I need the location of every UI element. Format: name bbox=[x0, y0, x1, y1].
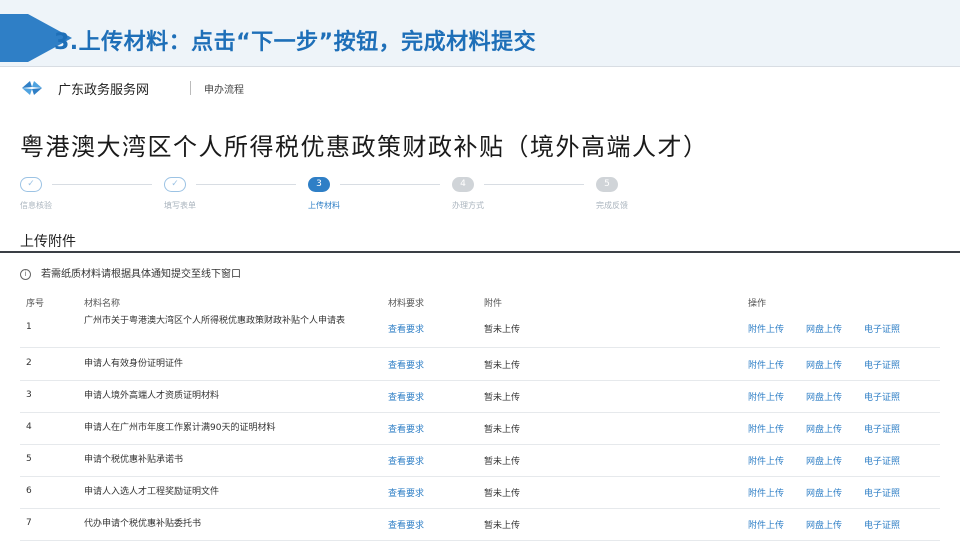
attachment-status: 暂未上传 bbox=[484, 361, 521, 371]
row-material-name: 申请个税优惠补贴承诺书 bbox=[84, 455, 184, 465]
step-connector bbox=[340, 184, 440, 185]
view-requirement-link[interactable]: 查看要求 bbox=[388, 454, 424, 467]
step-4-label: 办理方式 bbox=[452, 201, 484, 210]
step-3-label: 上传材料 bbox=[308, 201, 340, 210]
header-index: 序号 bbox=[26, 299, 45, 309]
row-index: 3 bbox=[26, 390, 32, 400]
section-title: 上传附件 bbox=[20, 234, 76, 250]
site-header: 广东政务服务网 申办流程 bbox=[0, 67, 960, 107]
table-row: 7 代办申请个税优惠补贴委托书 查看要求 暂未上传 附件上传 网盘上传 电子证照 bbox=[20, 508, 940, 541]
attachment-upload-link[interactable]: 附件上传 bbox=[748, 390, 784, 403]
attachment-status: 暂未上传 bbox=[484, 521, 521, 531]
attachment-status: 暂未上传 bbox=[484, 325, 521, 335]
view-requirement-link[interactable]: 查看要求 bbox=[388, 390, 424, 403]
e-license-link[interactable]: 电子证照 bbox=[864, 390, 900, 403]
step-1-check-icon: ✓ bbox=[20, 177, 42, 192]
attachment-status: 暂未上传 bbox=[484, 393, 521, 403]
step-3-number: 3 bbox=[308, 177, 330, 192]
header-material-name: 材料名称 bbox=[84, 299, 121, 309]
attachment-status: 暂未上传 bbox=[484, 425, 521, 435]
site-name[interactable]: 广东政务服务网 bbox=[58, 79, 149, 98]
banner-accent-bar bbox=[0, 14, 28, 62]
row-material-name: 申请人入选人才工程奖励证明文件 bbox=[84, 487, 220, 497]
attachment-upload-link[interactable]: 附件上传 bbox=[748, 518, 784, 531]
row-material-name: 申请人在广州市年度工作累计满90天的证明材料 bbox=[84, 423, 276, 433]
header-operations: 操作 bbox=[748, 299, 767, 309]
attachment-upload-link[interactable]: 附件上传 bbox=[748, 322, 784, 335]
attachment-upload-link[interactable]: 附件上传 bbox=[748, 422, 784, 435]
step-2-check-icon: ✓ bbox=[164, 177, 186, 192]
header-attachment: 附件 bbox=[484, 299, 503, 309]
row-index: 4 bbox=[26, 422, 32, 432]
e-license-link[interactable]: 电子证照 bbox=[864, 322, 900, 335]
row-index: 5 bbox=[26, 454, 32, 464]
view-requirement-link[interactable]: 查看要求 bbox=[388, 322, 424, 335]
table-row: 1 广州市关于粤港澳大湾区个人所得税优惠政策财政补贴个人申请表查看要求 暂未上传 附件… bbox=[20, 313, 940, 348]
row-material-name: 申请人有效身份证明证件 bbox=[84, 359, 184, 369]
step-connector bbox=[52, 184, 152, 185]
netdisk-upload-link[interactable]: 网盘上传 bbox=[806, 322, 842, 335]
header-requirement: 材料要求 bbox=[388, 299, 425, 309]
e-license-link[interactable]: 电子证照 bbox=[864, 486, 900, 499]
e-license-link[interactable]: 电子证照 bbox=[864, 518, 900, 531]
step-4-number: 4 bbox=[452, 177, 474, 192]
e-license-link[interactable]: 电子证照 bbox=[864, 454, 900, 467]
notice-text: 若需纸质材料请根据具体通知提交至线下窗口 bbox=[41, 269, 241, 280]
row-index: 6 bbox=[26, 486, 32, 496]
attachment-upload-link[interactable]: 附件上传 bbox=[748, 486, 784, 499]
row-material-name: 代办申请个税优惠补贴委托书 bbox=[84, 519, 202, 529]
view-requirement-link[interactable]: 查看要求 bbox=[388, 358, 424, 371]
header-divider bbox=[190, 81, 191, 95]
step-connector bbox=[484, 184, 584, 185]
attachment-status: 暂未上传 bbox=[484, 489, 521, 499]
step-5-number: 5 bbox=[596, 177, 618, 192]
table-row: 6 申请人入选人才工程奖励证明文件 查看要求 暂未上传 附件上传 网盘上传 电子证照 bbox=[20, 476, 940, 509]
e-license-link[interactable]: 电子证照 bbox=[864, 358, 900, 371]
table-row: 5 申请个税优惠补贴承诺书 查看要求 暂未上传 附件上传 网盘上传 电子证照 bbox=[20, 444, 940, 477]
step-5-label: 完成反馈 bbox=[596, 201, 628, 210]
row-index: 2 bbox=[26, 358, 32, 368]
netdisk-upload-link[interactable]: 网盘上传 bbox=[806, 422, 842, 435]
row-index: 1 bbox=[26, 322, 32, 332]
info-icon: i bbox=[20, 268, 31, 280]
step-2-label: 填写表单 bbox=[164, 201, 196, 210]
netdisk-upload-link[interactable]: 网盘上传 bbox=[806, 518, 842, 531]
attachment-upload-link[interactable]: 附件上传 bbox=[748, 454, 784, 467]
upload-notice: i 若需纸质材料请根据具体通知提交至线下窗口 bbox=[20, 265, 241, 280]
table-row: 4 申请人在广州市年度工作累计满90天的证明材料 查看要求 暂未上传 附件上传 网盘上传 电… bbox=[20, 412, 940, 445]
netdisk-upload-link[interactable]: 网盘上传 bbox=[806, 390, 842, 403]
row-material-name: 申请人境外高端人才资质证明材料 bbox=[84, 391, 220, 401]
attachment-upload-link[interactable]: 附件上传 bbox=[748, 358, 784, 371]
step-connector bbox=[196, 184, 296, 185]
netdisk-upload-link[interactable]: 网盘上传 bbox=[806, 358, 842, 371]
slide-banner: 3.上传材料：点击“下一步”按钮，完成材料提交 bbox=[0, 0, 960, 66]
breadcrumb[interactable]: 申办流程 bbox=[204, 81, 244, 96]
row-index: 7 bbox=[26, 518, 32, 528]
banner-title: 3.上传材料：点击“下一步”按钮，完成材料提交 bbox=[54, 30, 537, 55]
e-license-link[interactable]: 电子证照 bbox=[864, 422, 900, 435]
site-logo-icon[interactable] bbox=[20, 79, 44, 97]
table-row: 3 申请人境外高端人才资质证明材料 查看要求 暂未上传 附件上传 网盘上传 电子证照 bbox=[20, 380, 940, 413]
screenshot-area: 广东政务服务网 申办流程 粤港澳大湾区个人所得税优惠政策财政补贴（境外高端人才）… bbox=[0, 66, 960, 541]
view-requirement-link[interactable]: 查看要求 bbox=[388, 518, 424, 531]
progress-steps: ✓ ✓ 3 4 5 信息核验 填写表单 上传材料 办理方式 完成反馈 bbox=[0, 177, 960, 217]
step-1-label: 信息核验 bbox=[20, 201, 52, 210]
attachment-status: 暂未上传 bbox=[484, 457, 521, 467]
page-title: 粤港澳大湾区个人所得税优惠政策财政补贴（境外高端人才） bbox=[20, 133, 709, 161]
view-requirement-link[interactable]: 查看要求 bbox=[388, 486, 424, 499]
row-material-name: 广州市关于粤港澳大湾区个人所得税优惠政策财政补贴个人申请表 bbox=[84, 316, 346, 326]
section-divider bbox=[0, 251, 960, 253]
table-row: 2 申请人有效身份证明证件 查看要求 暂未上传 附件上传 网盘上传 电子证照 bbox=[20, 348, 940, 381]
netdisk-upload-link[interactable]: 网盘上传 bbox=[806, 486, 842, 499]
netdisk-upload-link[interactable]: 网盘上传 bbox=[806, 454, 842, 467]
view-requirement-link[interactable]: 查看要求 bbox=[388, 422, 424, 435]
